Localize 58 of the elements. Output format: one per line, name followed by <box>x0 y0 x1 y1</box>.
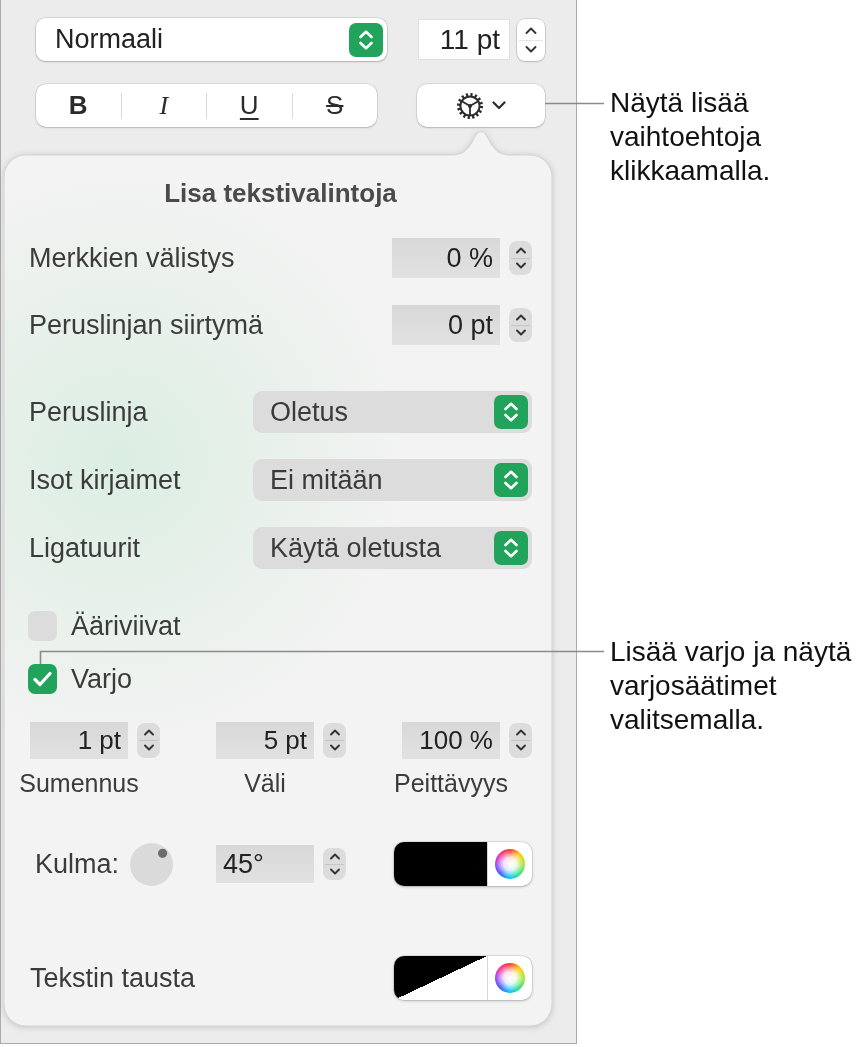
field-label: Peruslinja <box>29 396 148 428</box>
popup-button[interactable]: Oletus <box>253 391 532 433</box>
font-size-field[interactable]: 11 pt <box>419 20 509 59</box>
checkbox[interactable] <box>28 664 57 694</box>
stepper-button[interactable] <box>323 722 346 758</box>
checkmark-icon <box>33 671 52 687</box>
popover-title: Lisa tekstivalintoja <box>164 177 397 209</box>
stepper-button[interactable] <box>509 241 532 275</box>
chevron-down-icon <box>492 101 506 110</box>
number-field[interactable]: 0 pt <box>392 305 500 345</box>
color-wheel-icon[interactable] <box>495 849 525 879</box>
italic-button[interactable]: I <box>121 84 206 127</box>
field-label: Kulma: <box>35 848 120 880</box>
field-label: Merkkien välistys <box>29 242 235 274</box>
color-well[interactable] <box>394 956 532 1000</box>
leader-line <box>544 102 605 105</box>
popup-button[interactable]: Ei mitään <box>253 459 532 501</box>
bold-button[interactable]: B <box>36 84 121 127</box>
callout-text: Lisää varjo ja näytä varjosäätimet valitsemalla. <box>610 635 853 737</box>
chevron-up-down-icon <box>142 727 155 753</box>
number-field[interactable]: 100 % <box>402 721 500 759</box>
color-well[interactable] <box>394 842 532 886</box>
chevron-up-down-icon <box>328 851 341 877</box>
field-label: Ligatuurit <box>29 532 141 564</box>
field-label: Väli <box>244 768 286 798</box>
checkbox-label: Varjo <box>71 663 133 695</box>
stepper-button[interactable] <box>323 848 346 880</box>
stepper-button[interactable] <box>509 722 532 758</box>
color-wheel-icon[interactable] <box>495 963 525 993</box>
chevron-up-down-icon <box>514 727 527 753</box>
gear-menu-button[interactable] <box>417 84 545 127</box>
chevron-up-down-icon <box>494 463 528 497</box>
chevron-up-down-icon <box>514 245 527 271</box>
field-label: Sumennus <box>19 768 139 798</box>
underline-button[interactable]: U <box>207 84 292 127</box>
checkbox-label: Ääriviivat <box>71 610 181 642</box>
field-label: Peruslinjan siirtymä <box>29 309 264 341</box>
number-field[interactable]: 1 pt <box>30 721 128 759</box>
chevron-up-down-icon <box>494 395 528 429</box>
chevron-up-down-icon <box>514 312 527 338</box>
field-label: Peittävyys <box>394 768 508 798</box>
angle-dial[interactable] <box>130 842 174 886</box>
chevron-up-down-icon <box>494 531 528 565</box>
number-field[interactable]: 45° <box>216 845 314 883</box>
number-field[interactable]: 0 % <box>392 238 500 278</box>
popup-button[interactable]: Normaali <box>36 18 387 61</box>
stepper-button[interactable] <box>509 308 532 342</box>
chevron-up-down-icon <box>349 22 383 57</box>
gear-icon <box>456 91 484 120</box>
stepper-button[interactable] <box>137 722 160 758</box>
number-field[interactable]: 5 pt <box>216 721 314 759</box>
field-label: Tekstin tausta <box>30 962 196 994</box>
stepper-button[interactable] <box>517 18 545 61</box>
field-label: Isot kirjaimet <box>29 464 181 496</box>
strikethrough-button[interactable]: S <box>292 84 377 127</box>
callout-text: Näytä lisää vaihtoehtoja klikkaamalla. <box>610 86 772 188</box>
chevron-up-down-icon <box>328 727 341 753</box>
popup-button[interactable]: Käytä oletusta <box>253 527 532 569</box>
